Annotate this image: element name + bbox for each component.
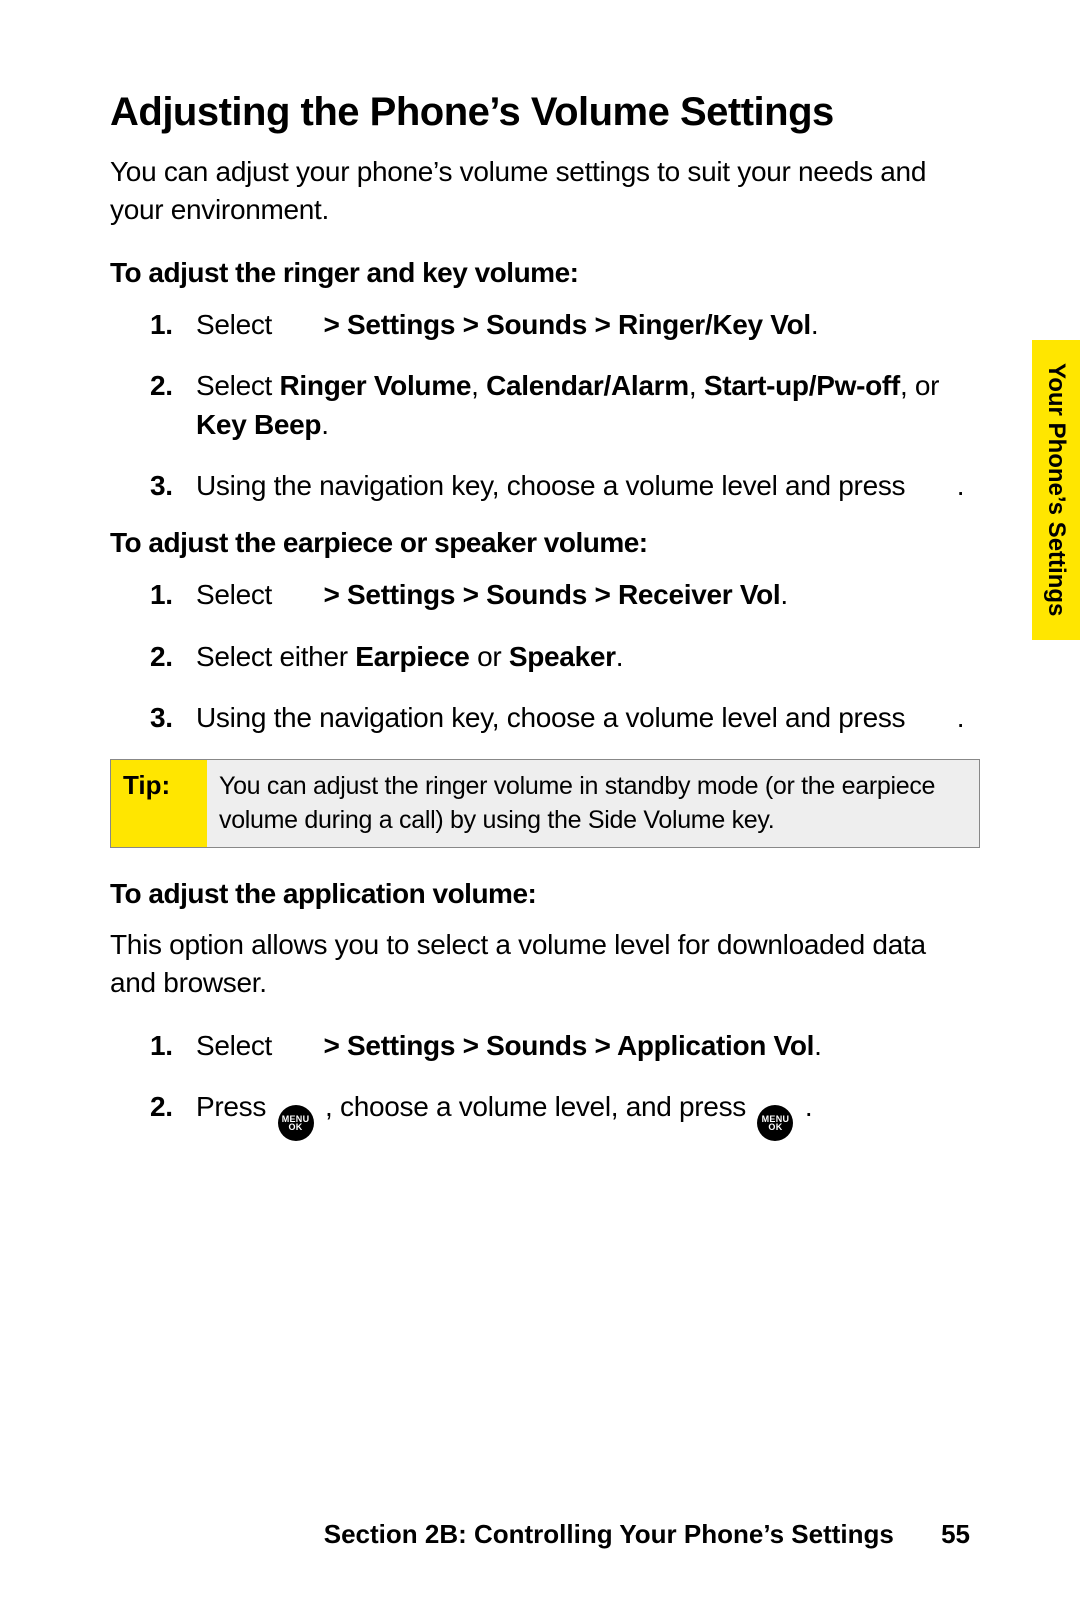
step: Select either Earpiece or Speaker. <box>150 637 970 676</box>
period: . <box>814 1030 821 1061</box>
option: Speaker <box>509 641 616 672</box>
option: Earpiece <box>355 641 469 672</box>
menu-path: > Settings > Sounds > Ringer/Key Vol <box>316 309 811 340</box>
page-number: 55 <box>941 1519 970 1550</box>
subhead-ringer: To adjust the ringer and key volume: <box>110 257 980 289</box>
option: Ringer Volume <box>280 370 472 401</box>
subhead-app: To adjust the application volume: <box>110 878 980 910</box>
step-text: Using the navigation key, choose a volum… <box>196 702 905 733</box>
step-tail: . <box>949 702 964 733</box>
menu-path: > Settings > Sounds > Application Vol <box>316 1030 814 1061</box>
intro-text: You can adjust your phone’s volume setti… <box>110 153 930 229</box>
period: . <box>811 309 818 340</box>
step: Using the navigation key, choose a volum… <box>150 698 970 737</box>
option: Calendar/Alarm <box>486 370 689 401</box>
step: Select > Settings > Sounds > Application… <box>150 1026 970 1065</box>
step-tail: . <box>949 470 964 501</box>
step: Using the navigation key, choose a volum… <box>150 466 970 505</box>
step: Select > Settings > Sounds > Ringer/Key … <box>150 305 970 344</box>
step-text: Select either <box>196 641 355 672</box>
period: . <box>321 409 328 440</box>
app-intro: This option allows you to select a volum… <box>110 926 930 1002</box>
step-text: Select <box>196 370 280 401</box>
step-text: Select <box>196 579 272 610</box>
step-text: Select <box>196 1030 272 1061</box>
menu-path: > Settings > Sounds > Receiver Vol <box>316 579 780 610</box>
period: . <box>616 641 623 672</box>
manual-page: Adjusting the Phone’s Volume Settings Yo… <box>0 0 1080 1620</box>
steps-earpiece: Select > Settings > Sounds > Receiver Vo… <box>150 575 980 737</box>
steps-app: Select > Settings > Sounds > Application… <box>150 1026 980 1141</box>
steps-ringer: Select > Settings > Sounds > Ringer/Key … <box>150 305 980 506</box>
section-label: Section 2B: Controlling Your Phone’s Set… <box>324 1519 894 1549</box>
period: . <box>780 579 787 610</box>
option: Start-up/Pw-off <box>704 370 900 401</box>
menu-ok-bot: OK <box>289 1122 303 1132</box>
tip-label: Tip: <box>111 760 207 848</box>
step: Select Ringer Volume, Calendar/Alarm, St… <box>150 366 970 444</box>
menu-ok-bot: OK <box>768 1122 782 1132</box>
page-title: Adjusting the Phone’s Volume Settings <box>110 90 980 135</box>
page-footer: Section 2B: Controlling Your Phone’s Set… <box>0 1519 1080 1550</box>
tip-body: You can adjust the ringer volume in stan… <box>207 760 979 848</box>
step-tail: . <box>797 1091 812 1122</box>
menu-ok-icon: MENUOK <box>757 1105 793 1141</box>
menu-ok-icon: MENUOK <box>278 1105 314 1141</box>
tip-box: Tip: You can adjust the ringer volume in… <box>110 759 980 849</box>
sep: , or <box>900 370 939 401</box>
step-text: , choose a volume level, and press <box>318 1091 754 1122</box>
sep: , <box>471 370 486 401</box>
step: Select > Settings > Sounds > Receiver Vo… <box>150 575 970 614</box>
subhead-earpiece: To adjust the earpiece or speaker volume… <box>110 527 980 559</box>
side-tab: Your Phone’s Settings <box>1032 340 1080 640</box>
option: Key Beep <box>196 409 321 440</box>
step: Press MENUOK , choose a volume level, an… <box>150 1087 970 1141</box>
step-text: Press <box>196 1091 274 1122</box>
side-tab-label: Your Phone’s Settings <box>1042 363 1070 616</box>
sep: , <box>689 370 704 401</box>
step-text: Select <box>196 309 272 340</box>
sep: or <box>470 641 509 672</box>
step-text: Using the navigation key, choose a volum… <box>196 470 905 501</box>
